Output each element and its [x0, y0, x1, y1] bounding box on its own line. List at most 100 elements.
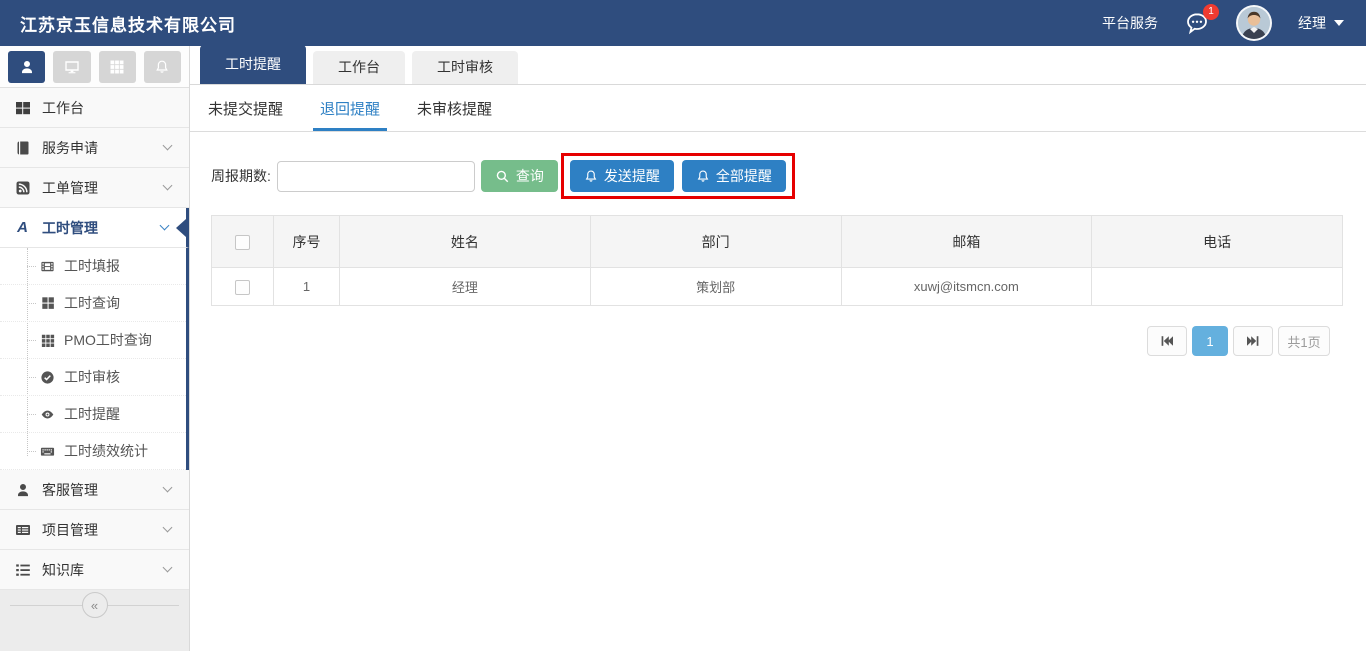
submenu-item-label: 工时提醒 [64, 404, 120, 424]
tab-timesheet-reminder[interactable]: 工时提醒 [200, 45, 306, 84]
row-checkbox-cell [212, 268, 274, 306]
subtab-unaudited-reminder[interactable]: 未审核提醒 [417, 85, 492, 131]
page-number-button[interactable]: 1 [1192, 326, 1228, 356]
query-form: 周报期数: 查询 发送提醒 全部提醒 [211, 153, 1366, 199]
first-page-button[interactable] [1147, 326, 1187, 356]
submenu-item-label: PMO工时查询 [64, 330, 152, 350]
search-icon [495, 169, 510, 184]
submenu-item-label: 工时查询 [64, 293, 120, 313]
header-email: 邮箱 [841, 216, 1092, 268]
cell-dept: 策划部 [590, 268, 841, 306]
sidebar-item-project-mgmt[interactable]: 项目管理 [0, 510, 189, 550]
row-checkbox[interactable] [235, 280, 250, 295]
sidebar-item-knowledge-base[interactable]: 知识库 [0, 550, 189, 590]
submenu-item-timesheet-reminder[interactable]: 工时提醒 [0, 396, 186, 433]
book-icon [14, 139, 31, 156]
windows-icon [14, 99, 31, 116]
chevron-down-icon [163, 141, 173, 151]
submenu-item-timesheet-audit[interactable]: 工时审核 [0, 359, 186, 396]
keyboard-icon [40, 444, 55, 459]
header-name: 姓名 [340, 216, 591, 268]
sidebar-item-label: 服务申请 [42, 138, 164, 158]
table-row: 1 经理 策划部 xuwj@itsmcn.com [212, 268, 1343, 306]
select-all-checkbox[interactable] [235, 235, 250, 250]
sidebar-item-work-order[interactable]: 工单管理 [0, 168, 189, 208]
chevron-down-icon [163, 181, 173, 191]
all-reminder-button[interactable]: 全部提醒 [682, 160, 786, 192]
header-checkbox-cell [212, 216, 274, 268]
submenu-item-timesheet-query[interactable]: 工时查询 [0, 285, 186, 322]
active-item-arrow [176, 219, 186, 237]
reminder-subtab-bar: 未提交提醒 退回提醒 未审核提醒 [190, 85, 1366, 132]
red-annotation-box: 发送提醒 全部提醒 [561, 153, 795, 199]
total-pages-label: 共1页 [1278, 326, 1330, 356]
chevron-down-icon [163, 523, 173, 533]
sidebar-item-label: 知识库 [42, 560, 164, 580]
cell-seq: 1 [274, 268, 340, 306]
submenu-item-timesheet-performance[interactable]: 工时绩效统计 [0, 433, 186, 470]
user-icon [19, 59, 35, 75]
chevron-down-icon [163, 483, 173, 493]
sidebar-item-timesheet-mgmt[interactable]: A 工时管理 [0, 208, 189, 248]
subtab-returned-reminder[interactable]: 退回提醒 [320, 85, 380, 131]
user-avatar[interactable] [1236, 5, 1272, 41]
grid-3x3-icon [40, 333, 55, 348]
caret-down-icon [1334, 20, 1344, 26]
send-reminder-label: 发送提醒 [604, 166, 660, 186]
sidebar-item-service-request[interactable]: 服务申请 [0, 128, 189, 168]
submenu-item-label: 工时审核 [64, 367, 120, 387]
ordered-list-icon [14, 561, 31, 578]
rss-icon [14, 179, 31, 196]
chevron-down-icon [160, 221, 170, 231]
page-tab-bar: 工时提醒 工作台 工时审核 [190, 46, 1366, 85]
sidebar-collapse-button[interactable]: « [82, 592, 108, 618]
table-header-row: 序号 姓名 部门 邮箱 电话 [212, 216, 1343, 268]
user-name: 经理 [1298, 13, 1326, 33]
header-seq: 序号 [274, 216, 340, 268]
cell-name: 经理 [340, 268, 591, 306]
all-reminder-label: 全部提醒 [716, 166, 772, 186]
weekly-period-input[interactable] [277, 161, 475, 192]
sidebar-item-workbench[interactable]: 工作台 [0, 88, 189, 128]
tab-timesheet-audit[interactable]: 工时审核 [412, 51, 518, 84]
send-reminder-button[interactable]: 发送提醒 [570, 160, 674, 192]
strip-tab-monitor[interactable] [53, 51, 90, 83]
strip-tab-user[interactable] [8, 51, 45, 83]
sidebar-item-label: 项目管理 [42, 520, 164, 540]
message-bubble-icon[interactable]: 1 [1184, 11, 1210, 35]
last-page-icon [1245, 333, 1261, 349]
timesheet-submenu: 工时填报 工时查询 PMO工时查询 工时审核 工时提醒 [0, 248, 189, 470]
subtab-unsubmitted-reminder[interactable]: 未提交提醒 [208, 85, 283, 131]
header-dept: 部门 [590, 216, 841, 268]
platform-service-link[interactable]: 平台服务 [1102, 13, 1158, 33]
film-icon [40, 259, 55, 274]
search-button[interactable]: 查询 [481, 160, 558, 192]
tab-workbench[interactable]: 工作台 [313, 51, 405, 84]
company-title: 江苏京玉信息技术有限公司 [20, 11, 236, 36]
avatar-image [1238, 7, 1270, 39]
monitor-icon [64, 59, 80, 75]
pagination: 1 共1页 [190, 326, 1330, 356]
submenu-item-timesheet-fill[interactable]: 工时填报 [0, 248, 186, 285]
submenu-item-pmo-timesheet-query[interactable]: PMO工时查询 [0, 322, 186, 359]
sidebar-item-label: 工时管理 [42, 218, 161, 238]
letter-a-icon: A [14, 219, 31, 236]
grid-2x2-icon [40, 296, 55, 311]
eye-icon [40, 407, 55, 422]
last-page-button[interactable] [1233, 326, 1273, 356]
reminder-table: 序号 姓名 部门 邮箱 电话 1 经理 策划部 xuwj@itsmcn.com [211, 215, 1343, 306]
bell-icon [154, 59, 170, 75]
weekly-period-label: 周报期数: [211, 166, 271, 186]
top-bar: 江苏京玉信息技术有限公司 平台服务 1 经理 [0, 0, 1366, 46]
list-card-icon [14, 521, 31, 538]
sidebar-item-customer-service[interactable]: 客服管理 [0, 470, 189, 510]
header-phone: 电话 [1092, 216, 1343, 268]
sidebar: 工作台 服务申请 工单管理 A 工时管理 工时填报 [0, 46, 190, 651]
main-content: 工时提醒 工作台 工时审核 未提交提醒 退回提醒 未审核提醒 周报期数: 查询 [190, 46, 1366, 651]
cell-phone [1092, 268, 1343, 306]
strip-tab-grid[interactable] [99, 51, 136, 83]
bell-icon [584, 169, 598, 184]
app-window: 江苏京玉信息技术有限公司 平台服务 1 经理 [0, 0, 1366, 651]
strip-tab-bell[interactable] [144, 51, 181, 83]
user-menu[interactable]: 经理 [1298, 13, 1344, 33]
